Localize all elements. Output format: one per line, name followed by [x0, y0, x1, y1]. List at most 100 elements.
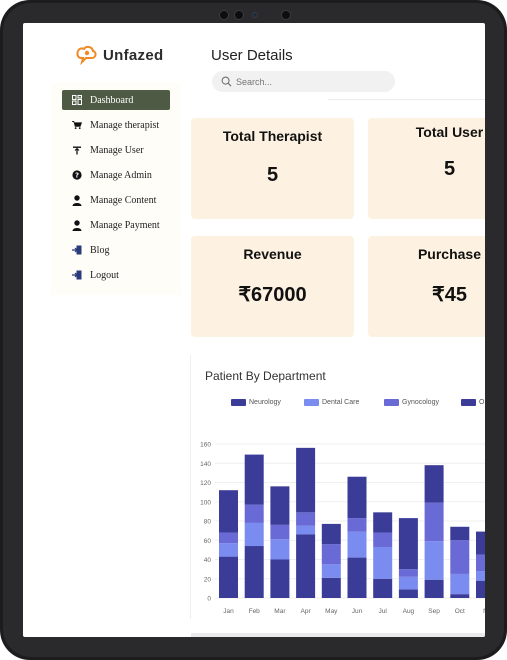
bar-segment[interactable] — [476, 580, 485, 598]
bar-segment[interactable] — [321, 577, 341, 598]
bar-segment[interactable] — [270, 559, 290, 599]
y-tick-label: 60 — [204, 538, 212, 545]
bar-segment[interactable] — [296, 534, 316, 598]
bar-segment[interactable] — [321, 544, 341, 565]
x-tick-label: Jul — [379, 608, 388, 615]
bar-segment[interactable] — [296, 447, 316, 513]
bar-segment[interactable] — [270, 486, 290, 525]
x-tick-label: May — [325, 608, 338, 615]
x-tick-label: Oct — [455, 608, 465, 615]
bar-segment[interactable] — [424, 579, 444, 598]
camera-dot — [219, 10, 229, 20]
bar-segment[interactable] — [424, 502, 444, 542]
x-tick-label: Sep — [428, 608, 440, 615]
stat-card-purchase[interactable]: Purchase ₹45 — [368, 236, 485, 337]
page-title: User Details — [211, 47, 293, 64]
sidebar-item-label: Blog — [90, 244, 110, 256]
bar-segment[interactable] — [450, 594, 470, 598]
bar-segment[interactable] — [296, 512, 316, 526]
bar-segment[interactable] — [296, 525, 316, 535]
card-title: Revenue — [243, 246, 302, 262]
y-tick-label: 40 — [204, 557, 212, 564]
card-title: Total Therapist — [222, 128, 323, 144]
bar-segment[interactable] — [476, 554, 485, 572]
bar-segment[interactable] — [347, 476, 367, 519]
person-icon — [72, 194, 82, 206]
stat-card-total-therapist[interactable]: Total Therapist 5 — [191, 118, 354, 219]
y-tick-label: 120 — [200, 480, 211, 487]
bar-segment[interactable] — [321, 564, 341, 578]
search-input[interactable] — [236, 76, 376, 87]
card-value: ₹67000 — [238, 284, 307, 306]
camera-dot — [234, 10, 244, 20]
sidebar-item-label: Manage Payment — [90, 219, 160, 231]
header-divider — [328, 99, 485, 100]
card-title: Total User — [415, 124, 484, 140]
search-icon — [221, 76, 232, 87]
bar-segment[interactable] — [373, 546, 393, 579]
app-name: Unfazed — [103, 46, 164, 64]
sidebar-item-blog[interactable]: Blog — [62, 240, 170, 260]
patient-by-department-chart: Patient By Department Neurology Dental C… — [190, 355, 485, 619]
sidebar-item-label: Logout — [90, 269, 119, 281]
sidebar-item-label: Manage User — [90, 144, 144, 156]
bar-segment[interactable] — [270, 539, 290, 560]
bar-segment[interactable] — [398, 569, 418, 577]
x-tick-label: Mar — [274, 608, 286, 615]
bar-segment[interactable] — [244, 504, 264, 523]
bar-segment[interactable] — [373, 578, 393, 598]
bar-segment[interactable] — [476, 571, 485, 581]
bar-segment[interactable] — [270, 524, 290, 540]
bar-segment[interactable] — [398, 589, 418, 598]
app-logo[interactable]: Unfazed — [75, 45, 163, 65]
bar-segment[interactable] — [398, 576, 418, 590]
bar-segment[interactable] — [476, 531, 485, 555]
bar-segment[interactable] — [347, 557, 367, 598]
camera-lens — [252, 12, 258, 18]
sidebar-item-logout[interactable]: Logout — [62, 265, 170, 285]
x-tick-label: Jan — [223, 608, 234, 615]
search-bar[interactable] — [212, 71, 395, 92]
bar-segment[interactable] — [347, 518, 367, 532]
bar-segment[interactable] — [373, 512, 393, 533]
bar-segment[interactable] — [373, 532, 393, 547]
exit-icon — [72, 245, 82, 255]
sidebar-item-label: Manage therapist — [90, 119, 160, 131]
user-pin-icon — [72, 145, 82, 155]
sidebar-item-manage-user[interactable]: Manage User — [62, 140, 170, 160]
bar-segment[interactable] — [244, 454, 264, 505]
bar-segment[interactable] — [244, 546, 264, 598]
sidebar-item-manage-therapist[interactable]: Manage therapist — [62, 115, 170, 135]
app-screen: Unfazed User Details Dashboard Man — [23, 23, 485, 637]
sidebar-item-manage-payment[interactable]: Manage Payment — [62, 215, 170, 235]
x-tick-label: Aug — [403, 608, 415, 615]
bottom-scroll-edge — [191, 633, 485, 637]
bar-segment[interactable] — [450, 540, 470, 574]
bar-segment[interactable] — [424, 465, 444, 503]
sidebar-item-manage-content[interactable]: Manage Content — [62, 190, 170, 210]
bar-segment[interactable] — [219, 490, 238, 533]
bar-segment[interactable] — [244, 522, 264, 547]
bar-segment[interactable] — [219, 532, 238, 544]
camera-dot — [281, 10, 291, 20]
help-icon: ? — [72, 170, 82, 180]
card-title: Purchase — [417, 246, 482, 262]
stat-card-revenue[interactable]: Revenue ₹67000 — [191, 236, 354, 337]
bar-segment[interactable] — [219, 543, 238, 557]
sidebar: Dashboard Manage therapist Manage User ?… — [51, 83, 181, 295]
bar-segment[interactable] — [398, 518, 418, 570]
y-tick-label: 160 — [200, 442, 211, 449]
y-tick-label: 140 — [200, 461, 211, 468]
sidebar-item-label: Manage Content — [90, 194, 157, 206]
sidebar-item-dashboard[interactable]: Dashboard — [62, 90, 170, 110]
bar-segment[interactable] — [321, 523, 341, 545]
bar-segment[interactable] — [347, 531, 367, 558]
bar-segment[interactable] — [424, 541, 444, 580]
bar-segment[interactable] — [450, 526, 470, 541]
stat-card-total-user[interactable]: Total User 5 — [368, 118, 485, 219]
bar-segment[interactable] — [219, 556, 238, 598]
sidebar-item-manage-admin[interactable]: ? Manage Admin — [62, 165, 170, 185]
bar-segment[interactable] — [450, 573, 470, 595]
dashboard-icon — [72, 95, 82, 105]
card-value: 5 — [266, 164, 279, 186]
